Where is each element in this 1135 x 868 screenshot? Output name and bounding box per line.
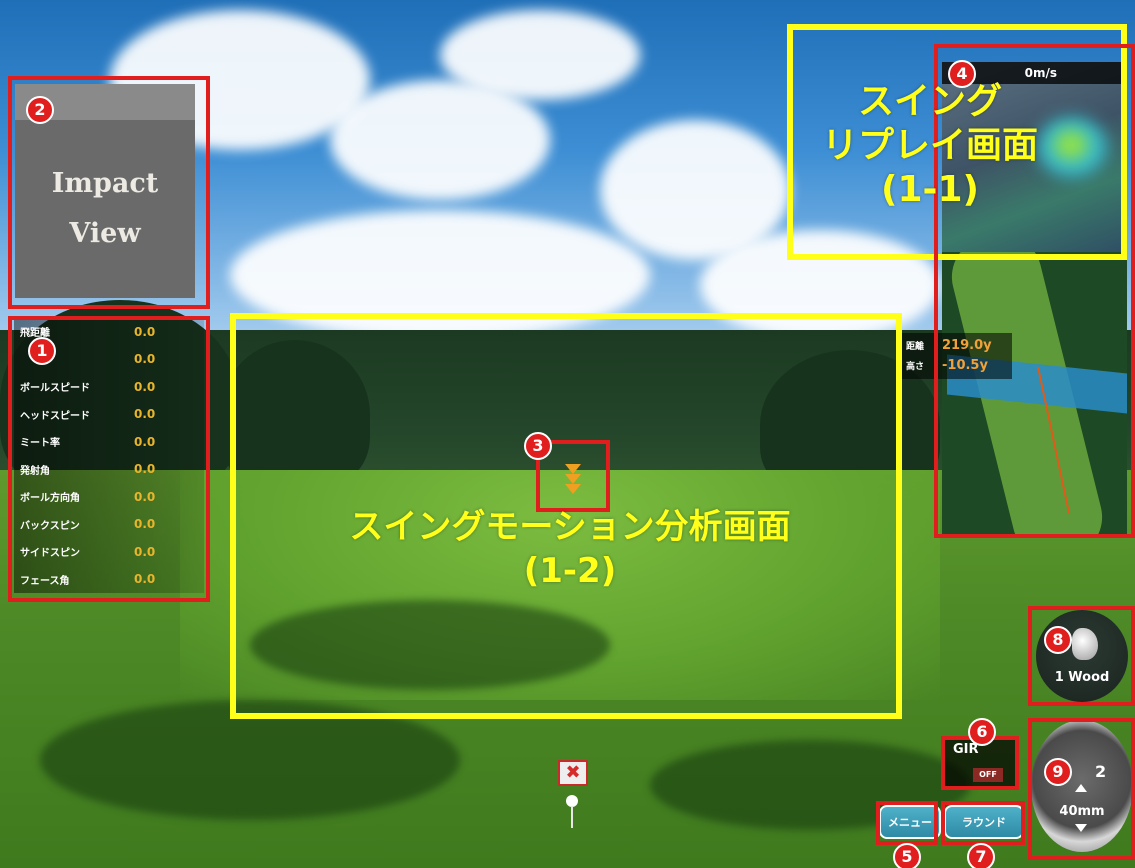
target-marker-icon <box>558 458 588 498</box>
stat-value: 0.0 <box>134 407 156 422</box>
gir-status-badge: OFF <box>973 768 1003 782</box>
tree <box>220 340 370 490</box>
stat-value: 0.0 <box>134 572 156 587</box>
badge-1: 1 <box>28 337 56 365</box>
tee-height-dial[interactable]: 2 40mm <box>1031 720 1133 852</box>
stat-row: サイドスピン 0.0 <box>14 538 204 566</box>
club-selector[interactable]: 1 Wood <box>1036 610 1128 702</box>
replay-caption-line3: (1-1) <box>881 169 979 210</box>
cloud <box>700 230 940 340</box>
badge-3: 3 <box>524 432 552 460</box>
stat-row: ミート率 0.0 <box>14 428 204 456</box>
stat-row: フェース角 0.0 <box>14 565 204 593</box>
height-value: -10.5y <box>942 358 988 373</box>
cloud <box>230 210 650 340</box>
badge-4: 4 <box>948 60 976 88</box>
badge-7: 7 <box>967 843 995 868</box>
stat-label: ミート率 <box>20 438 60 450</box>
distance-label: 距離 <box>906 342 925 352</box>
stat-row: ヘッドスピード 0.0 <box>14 400 204 428</box>
stat-row: ボール方向角 0.0 <box>14 483 204 511</box>
badge-9: 9 <box>1044 758 1072 786</box>
stat-row: ボールスピード 0.0 <box>14 373 204 401</box>
club-name: 1 Wood <box>1054 670 1110 685</box>
stat-value: 0.0 <box>134 352 156 367</box>
distance-value: 219.0y <box>942 338 992 353</box>
badge-5: 5 <box>893 843 921 868</box>
badge-8: 8 <box>1044 626 1072 654</box>
menu-button[interactable]: メニュー <box>879 805 941 839</box>
tree-shadow <box>250 600 610 690</box>
badge-6: 6 <box>968 718 996 746</box>
motion-area-caption: スイングモーション分析画面 (1-2) <box>300 505 840 593</box>
motion-caption-line2: (1-2) <box>523 551 617 591</box>
stat-value: 0.0 <box>134 517 156 532</box>
stat-label: サイドスピン <box>20 548 80 560</box>
tee-peg <box>571 806 573 828</box>
stat-value: 0.0 <box>134 544 156 559</box>
tee-height-value: 40mm <box>1059 804 1105 819</box>
badge-2: 2 <box>26 96 54 124</box>
tree-shadow <box>40 700 460 820</box>
stat-value: 0.0 <box>134 434 156 449</box>
stat-value: 0.0 <box>134 462 156 477</box>
tee-height-up-icon[interactable] <box>1075 784 1087 792</box>
stat-label: フェース角 <box>20 575 70 587</box>
stat-label: ボール方向角 <box>20 493 80 505</box>
stat-label: 飛距離 <box>20 328 50 340</box>
height-label: 高さ <box>906 362 925 372</box>
motion-caption-line1: スイングモーション分析画面 <box>349 507 791 547</box>
stat-value: 0.0 <box>134 379 156 394</box>
cloud <box>440 10 640 100</box>
stat-value: 0.0 <box>134 489 156 504</box>
minimap-distance-readout: 距離 219.0y 高さ -10.5y <box>902 333 1012 379</box>
stat-label: バックスピン <box>20 520 80 532</box>
round-button[interactable]: ラウンド <box>944 805 1024 839</box>
stat-row: バックスピン 0.0 <box>14 510 204 538</box>
stat-row: 発射角 0.0 <box>14 455 204 483</box>
replay-caption-line1: スイング <box>857 81 1002 122</box>
tee-marker-icon: ✖ <box>558 760 588 786</box>
replay-caption-line2: リプレイ画面 <box>821 125 1038 166</box>
stat-value: 0.0 <box>134 324 156 339</box>
impact-view-label: Impact View <box>51 168 159 249</box>
stat-label: ボールスピード <box>20 383 90 395</box>
course-minimap[interactable] <box>942 252 1127 534</box>
replay-area-caption: スイング リプレイ画面 (1-1) <box>800 80 1060 212</box>
tee-height-down-icon[interactable] <box>1075 824 1087 832</box>
stat-label: ヘッドスピード <box>20 410 90 422</box>
tee-height-top: 2 <box>1095 762 1107 781</box>
club-head-icon <box>1072 628 1098 660</box>
stat-label: 発射角 <box>20 465 50 477</box>
